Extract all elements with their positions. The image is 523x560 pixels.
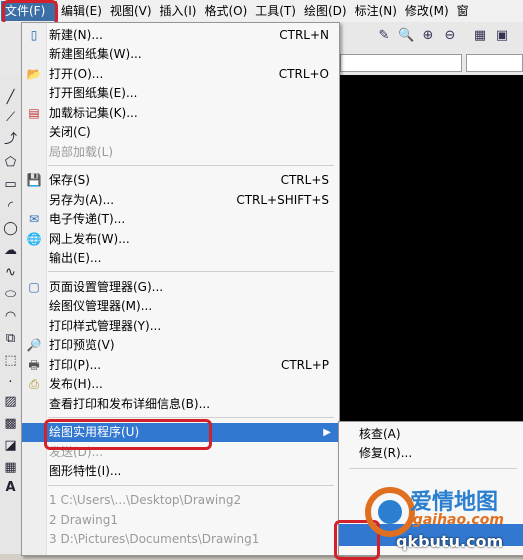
menu-item-drawing-properties[interactable]: 图形特性(I)...: [22, 462, 339, 481]
arc-icon[interactable]: ◜: [2, 198, 19, 215]
new-file-icon: ▯: [30, 28, 38, 42]
menu-tools[interactable]: 工具(T): [251, 1, 300, 21]
menu-item-recent-file-2[interactable]: 2 Drawing1: [22, 511, 339, 530]
revision-cloud-icon[interactable]: ☁: [2, 242, 19, 259]
menu-item-save-as[interactable]: 另存为(A)... CTRL+SHIFT+S: [22, 191, 339, 210]
menu-insert[interactable]: 插入(I): [156, 1, 201, 21]
menu-item-plot[interactable]: 🖶 打印(P)... CTRL+P: [22, 356, 339, 375]
multiline-text-icon[interactable]: A: [2, 479, 19, 496]
printer-icon: 🖶: [28, 358, 40, 372]
watermark-domain: igaihao.com: [408, 512, 504, 528]
publish-web-icon: 🌐: [26, 232, 42, 246]
etransmit-icon: ✉: [28, 212, 40, 226]
menu-item-load-markup[interactable]: ▤ 加载标记集(K)...: [22, 104, 339, 123]
menu-item-plot-style-manager[interactable]: 打印样式管理器(Y)...: [22, 317, 339, 336]
submenu-item-recover[interactable]: 修复(R)...: [339, 444, 523, 463]
menu-separator: [48, 417, 334, 418]
menu-item-plot-preview[interactable]: 🔎 打印预览(V): [22, 336, 339, 355]
menu-item-etransmit[interactable]: ✉ 电子传递(T)...: [22, 210, 339, 229]
publish-icon: ⎙: [29, 377, 39, 391]
menu-separator: [48, 165, 334, 166]
menu-file[interactable]: 文件(F): [1, 1, 57, 21]
ellipse-arc-icon[interactable]: ◠: [2, 308, 19, 325]
menu-separator: [48, 485, 334, 486]
page-setup-icon: ▢: [28, 280, 40, 294]
spline-icon[interactable]: ∿: [2, 264, 19, 281]
gradient-icon[interactable]: ▩: [2, 415, 19, 432]
watermark-domain-2: qkbutu.com: [396, 532, 504, 551]
menu-dimension[interactable]: 标注(N): [351, 1, 401, 21]
submenu-separator: [349, 468, 517, 469]
menu-item-export[interactable]: 输出(E)...: [22, 249, 339, 268]
linetype-dropdown[interactable]: [466, 54, 523, 72]
menu-item-plot-details[interactable]: 查看打印和发布详细信息(B)...: [22, 395, 339, 414]
menu-item-close[interactable]: 关闭(C): [22, 123, 339, 142]
watermark: 爱情地图 igaihao.com qkbutu.com: [352, 478, 523, 554]
zoom-realtime-icon[interactable]: 🔍: [398, 28, 414, 44]
menu-edit[interactable]: 编辑(E): [57, 1, 106, 21]
draw-toolbar: ╱ ⟋ ⤴ ⬠ ▭ ◜ ◯ ☁ ∿ ⬭ ◠ ⧉ ⬚ · ▨ ▩ ◪ ▦ A: [0, 75, 22, 554]
submenu-arrow-icon: ▶: [323, 427, 331, 438]
line-icon[interactable]: ╱: [2, 89, 19, 106]
circle-icon[interactable]: ◯: [2, 220, 19, 237]
menu-item-publish-web[interactable]: 🌐 网上发布(W)...: [22, 230, 339, 249]
ellipse-icon[interactable]: ⬭: [2, 286, 19, 303]
markup-icon: ▤: [28, 106, 40, 120]
submenu-item-audit[interactable]: 核查(A): [339, 425, 523, 444]
design-center-icon[interactable]: ▣: [494, 28, 510, 44]
menu-item-new[interactable]: ▯ 新建(N)... CTRL+N: [22, 26, 339, 45]
menu-item-recent-file-1[interactable]: 1 C:\Users\...\Desktop\Drawing2: [22, 491, 339, 510]
insert-block-icon[interactable]: ⧉: [2, 330, 19, 347]
menu-draw[interactable]: 绘图(D): [300, 1, 351, 21]
menu-modify[interactable]: 修改(M): [401, 1, 453, 21]
file-menu: ▯ 新建(N)... CTRL+N 新建图纸集(W)... 📂 打开(O)...…: [21, 22, 340, 556]
polygon-icon[interactable]: ⬠: [2, 154, 19, 171]
region-icon[interactable]: ◪: [2, 437, 19, 454]
menu-view[interactable]: 视图(V): [106, 1, 156, 21]
menu-item-save[interactable]: 💾 保存(S) CTRL+S: [22, 171, 339, 190]
hatch-icon[interactable]: ▨: [2, 393, 19, 410]
menu-window[interactable]: 窗: [453, 1, 473, 21]
zoom-previous-icon[interactable]: ⊖: [442, 28, 458, 44]
menu-item-plotter-manager[interactable]: 绘图仪管理器(M)...: [22, 297, 339, 316]
menu-separator: [48, 271, 334, 272]
menu-item-open[interactable]: 📂 打开(O)... CTRL+O: [22, 65, 339, 84]
menu-item-recent-file-3[interactable]: 3 D:\Pictures\Documents\Drawing1: [22, 530, 339, 549]
menu-item-open-sheetset[interactable]: 打开图纸集(E)...: [22, 84, 339, 103]
menu-item-page-setup[interactable]: ▢ 页面设置管理器(G)...: [22, 278, 339, 297]
menu-item-partial-load: 局部加载(L): [49, 145, 114, 159]
plot-preview-icon: 🔎: [26, 338, 42, 352]
polyline-icon[interactable]: ⤴: [2, 131, 19, 148]
match-properties-icon[interactable]: ✎: [376, 28, 392, 44]
zoom-window-icon[interactable]: ⊕: [420, 28, 436, 44]
make-block-icon[interactable]: ⬚: [2, 352, 19, 369]
drawing-canvas[interactable]: [338, 75, 523, 425]
layer-dropdown[interactable]: [340, 54, 462, 72]
table-icon[interactable]: ▦: [2, 459, 19, 476]
menu-format[interactable]: 格式(O): [200, 1, 251, 21]
construction-line-icon[interactable]: ⟋: [2, 109, 19, 126]
open-folder-icon: 📂: [26, 67, 42, 81]
point-icon[interactable]: ·: [2, 374, 19, 391]
menubar: 文件(F) 编辑(E) 视图(V) 插入(I) 格式(O) 工具(T) 绘图(D…: [0, 0, 523, 23]
properties-icon[interactable]: ▦: [472, 28, 488, 44]
menu-item-send: 发送(D)...: [49, 445, 104, 459]
menu-item-new-sheetset[interactable]: 新建图纸集(W)...: [22, 45, 339, 64]
menu-item-drawing-utilities[interactable]: 绘图实用程序(U) ▶: [22, 423, 339, 442]
rectangle-icon[interactable]: ▭: [2, 176, 19, 193]
menu-item-publish[interactable]: ⎙ 发布(H)...: [22, 375, 339, 394]
save-icon: 💾: [26, 173, 42, 187]
